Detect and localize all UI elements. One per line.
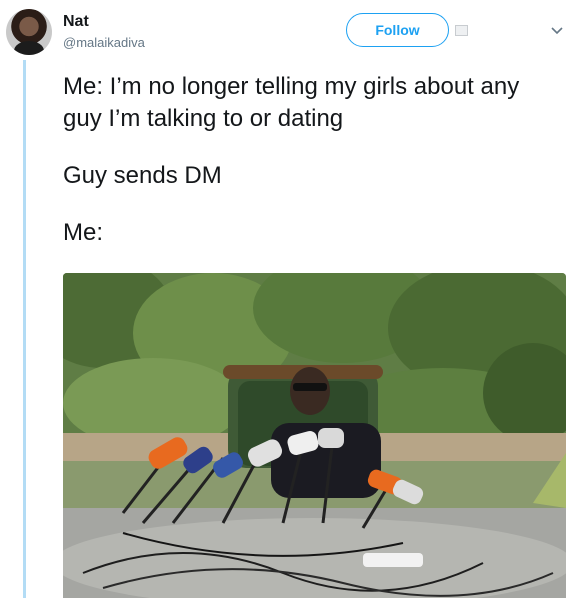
follow-button[interactable]: Follow: [346, 13, 449, 47]
user-name[interactable]: Nat: [63, 13, 89, 31]
tweet-line: Me:: [63, 219, 104, 246]
avatar[interactable]: [6, 9, 52, 55]
card-icon: [455, 25, 468, 36]
thread-line: [23, 60, 26, 598]
tweet-photo[interactable]: [63, 273, 566, 598]
chevron-down-icon[interactable]: [549, 24, 565, 36]
tweet-text: Me: I’m no longer telling my girls about…: [63, 71, 563, 274]
tweet-line: Guy sends DM: [63, 162, 222, 189]
tweet-line: Me: I’m no longer telling my girls about…: [63, 73, 520, 132]
user-handle[interactable]: @malaikadiva: [63, 35, 145, 50]
